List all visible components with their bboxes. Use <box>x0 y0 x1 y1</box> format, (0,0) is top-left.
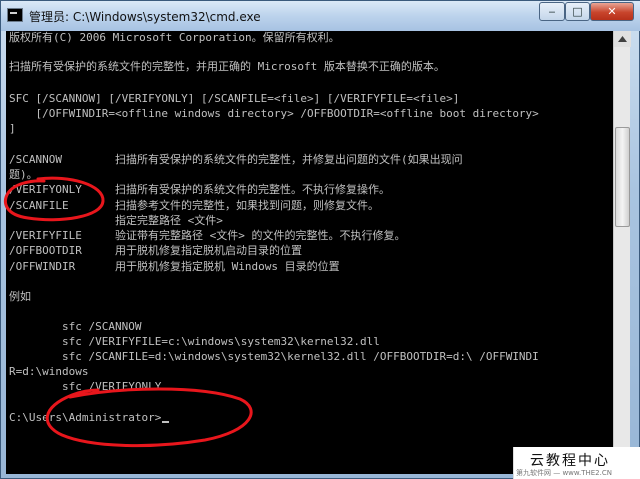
console-line: sfc /SCANFILE=d:\windows\system32\kernel… <box>9 350 539 363</box>
console-line: 例如 <box>9 290 31 303</box>
minimize-button[interactable]: ‒ <box>539 2 565 21</box>
site-watermark: 云教程中心 第九软件网 — www.THE2.CN <box>513 447 640 479</box>
console-line: 扫描所有受保护的系统文件的完整性，并用正确的 Microsoft 版本替换不正确… <box>9 60 445 73</box>
title-bar[interactable]: 管理员: C:\Windows\system32\cmd.exe ‒ □ ✕ <box>1 1 640 31</box>
console-line: sfc /SCANNOW <box>9 320 142 333</box>
watermark-title: 云教程中心 <box>530 453 610 469</box>
window-title: 管理员: C:\Windows\system32\cmd.exe <box>29 10 261 24</box>
cmd-window: 管理员: C:\Windows\system32\cmd.exe ‒ □ ✕ 版… <box>0 0 640 479</box>
scrollbar-thumb[interactable] <box>615 127 630 227</box>
console-line: 指定完整路径 <文件> <box>9 214 223 227</box>
command-prompt[interactable]: C:\Users\Administrator> <box>9 411 170 425</box>
console-line: 题)。 <box>9 168 38 181</box>
console-line: /OFFWINDIR 用于脱机修复指定脱机 Windows 目录的位置 <box>9 260 340 273</box>
scroll-up-arrow-icon[interactable] <box>614 31 631 47</box>
cmd-icon[interactable] <box>7 8 23 22</box>
prompt-text: C:\Users\Administrator> <box>9 411 162 424</box>
maximize-button[interactable]: □ <box>565 2 590 21</box>
console-line: sfc /VERIFYFILE=c:\windows\system32\kern… <box>9 335 380 348</box>
console-line: /VERIFYFILE 验证带有完整路径 <文件> 的文件的完整性。不执行修复。 <box>9 229 406 242</box>
console-line: [/OFFWINDIR=<offline windows directory> … <box>9 107 539 120</box>
console-line: /VERIFYONLY 扫描所有受保护的系统文件的完整性。不执行修复操作。 <box>9 183 390 196</box>
console-line: ] <box>9 122 16 135</box>
console-line: sfc /VERIFYONLY <box>9 380 162 393</box>
console-line: /SCANFILE 扫描参考文件的完整性，如果找到问题，则修复文件。 <box>9 199 379 212</box>
console-output[interactable]: 版权所有(C) 2006 Microsoft Corporation。保留所有权… <box>6 31 613 474</box>
console-line: /SCANNOW 扫描所有受保护的系统文件的完整性，并修复出问题的文件(如果出现… <box>9 153 463 166</box>
text-cursor <box>162 421 170 423</box>
close-button[interactable]: ✕ <box>590 2 634 21</box>
watermark-subtitle: 第九软件网 — www.THE2.CN <box>516 469 612 477</box>
console-line: R=d:\windows <box>9 365 89 378</box>
console-line: SFC [/SCANNOW] [/VERIFYONLY] [/SCANFILE=… <box>9 92 460 105</box>
console-line: 版权所有(C) 2006 Microsoft Corporation。保留所有权… <box>9 31 340 44</box>
console-line: /OFFBOOTDIR 用于脱机修复指定脱机启动目录的位置 <box>9 244 302 257</box>
vertical-scrollbar[interactable] <box>613 31 631 474</box>
